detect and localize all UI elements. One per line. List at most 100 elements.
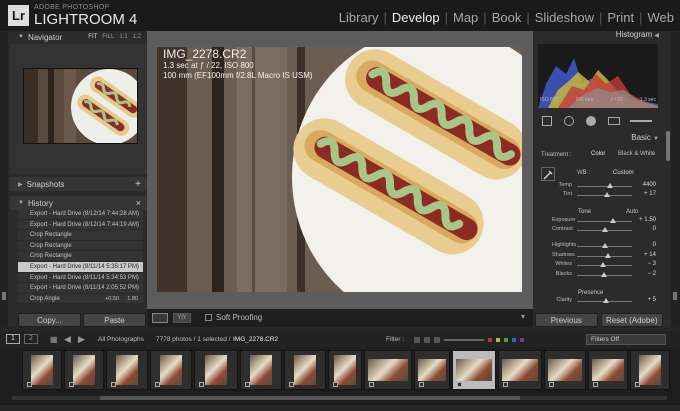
filters-off-dropdown[interactable]: Filters Off (586, 334, 666, 345)
label-purple[interactable] (520, 337, 524, 342)
tint-slider[interactable] (577, 192, 632, 197)
contrast-value[interactable]: 0 (636, 226, 656, 232)
clear-history-icon[interactable]: × (136, 198, 141, 208)
highlights-slider-knob[interactable] (601, 243, 608, 248)
filmstrip-thumbnail[interactable] (544, 350, 586, 390)
filmstrip-thumbnail[interactable] (284, 350, 326, 390)
add-snapshot-icon[interactable]: + (135, 179, 141, 190)
brush-icon[interactable] (630, 120, 652, 122)
filmstrip-thumbnail[interactable] (364, 350, 412, 390)
main-photo[interactable] (157, 47, 522, 292)
filmstrip-thumbnail[interactable] (414, 350, 450, 390)
highlights-slider[interactable] (577, 243, 632, 248)
wb-eyedropper-icon[interactable] (541, 167, 555, 181)
tint-slider-knob[interactable] (604, 192, 611, 197)
right-panel-toggle[interactable] (673, 292, 677, 300)
history-item[interactable]: Crop Rectangle (18, 251, 143, 262)
secondary-window-1[interactable]: 1 (6, 334, 20, 344)
forward-arrow-icon[interactable]: ▶ (78, 334, 85, 345)
filmstrip-thumbnail[interactable] (150, 350, 192, 390)
right-panel-scrollbar[interactable] (666, 131, 670, 161)
history-item[interactable]: Export - Hard Drive (8/11/14 5:35:17 PM) (18, 261, 143, 273)
filmstrip-thumbnail[interactable] (588, 350, 628, 390)
filmstrip-thumbnail[interactable] (452, 350, 496, 390)
blacks-slider-knob[interactable] (600, 272, 607, 277)
history-item[interactable]: Export - Hard Drive (8/12/14 7:44:19 AM) (18, 219, 143, 231)
filter-flags-stars[interactable] (414, 335, 564, 344)
module-slideshow[interactable]: Slideshow (535, 10, 594, 25)
loupe-view-icon[interactable] (152, 313, 168, 323)
graduated-filter-icon[interactable] (608, 117, 620, 125)
back-arrow-icon[interactable]: ◀ (64, 334, 71, 345)
grid-view-icon[interactable]: ▦ (50, 335, 58, 344)
contrast-slider[interactable] (577, 227, 632, 232)
before-after-icon[interactable]: Y|Y (173, 313, 191, 323)
clarity-slider[interactable] (577, 298, 632, 303)
paste-button[interactable]: Paste (83, 313, 146, 327)
blacks-value[interactable]: − 2 (636, 271, 656, 277)
navigator-header[interactable]: ▼ Navigator FIT FILL 1:1 1:2 (10, 30, 147, 44)
module-library[interactable]: Library (339, 10, 379, 25)
history-item[interactable]: Crop Rectangle (18, 230, 143, 241)
toolbar-menu-icon[interactable]: ▾ (521, 312, 525, 321)
label-red[interactable] (488, 337, 492, 342)
filmstrip-thumbnail[interactable] (64, 350, 104, 390)
wb-select[interactable]: Custom (613, 170, 634, 176)
red-eye-icon[interactable] (586, 116, 596, 126)
module-map[interactable]: Map (453, 10, 478, 25)
clarity-value[interactable]: + 5 (636, 297, 656, 303)
snapshots-header[interactable]: ▶ Snapshots + (10, 177, 147, 191)
filmstrip-scroll-thumb[interactable] (100, 396, 520, 400)
exposure-slider[interactable] (577, 218, 632, 223)
flag-icon[interactable] (434, 336, 440, 343)
filmstrip-thumbnail[interactable] (106, 350, 148, 390)
secondary-window-2[interactable]: 2 (24, 334, 38, 344)
blacks-slider[interactable] (577, 272, 632, 277)
contrast-slider-knob[interactable] (601, 227, 608, 232)
label-blue[interactable] (512, 337, 516, 342)
exposure-value[interactable]: + 1.50 (636, 217, 656, 223)
grid-overlay-icon[interactable] (542, 116, 552, 126)
zoom-1-2[interactable]: 1:2 (133, 34, 141, 40)
tone-auto[interactable]: Auto (626, 209, 638, 215)
history-header[interactable]: ▼ History × (10, 196, 147, 210)
spot-removal-icon[interactable] (564, 116, 574, 126)
filmstrip-thumbnail[interactable] (630, 350, 670, 390)
whites-value[interactable]: − 3 (636, 261, 656, 267)
filmstrip-thumbnail[interactable] (22, 350, 62, 390)
basic-header[interactable]: Basic ▼ (533, 133, 663, 142)
shadows-slider[interactable] (577, 253, 632, 258)
filmstrip-thumbnail[interactable] (498, 350, 542, 390)
tint-value[interactable]: + 17 (636, 191, 656, 197)
label-yellow[interactable] (496, 337, 500, 342)
zoom-1-1[interactable]: 1:1 (119, 34, 127, 40)
shadows-slider-knob[interactable] (604, 253, 611, 258)
clarity-slider-knob[interactable] (602, 298, 609, 303)
temp-value[interactable]: 4400 (636, 182, 656, 188)
left-panel-toggle[interactable] (2, 292, 6, 300)
highlights-value[interactable]: 0 (636, 242, 656, 248)
module-print[interactable]: Print (607, 10, 634, 25)
temp-slider[interactable] (577, 183, 632, 188)
flag-icon[interactable] (414, 336, 420, 343)
copy-button[interactable]: Copy... (18, 313, 81, 327)
rating-stars[interactable] (444, 338, 484, 341)
histogram-header[interactable]: Histogram ◀ (533, 30, 663, 44)
zoom-fill[interactable]: FILL (102, 34, 114, 40)
history-item[interactable]: Crop Angle +0.50 1.80 (18, 293, 143, 305)
navigator-thumbnail[interactable] (23, 68, 138, 144)
source-label[interactable]: All Photographs (98, 336, 144, 343)
module-develop[interactable]: Develop (392, 10, 440, 25)
zoom-fit[interactable]: FIT (88, 34, 97, 40)
exposure-slider-knob[interactable] (609, 218, 616, 223)
module-web[interactable]: Web (648, 10, 675, 25)
flag-icon[interactable] (424, 336, 430, 343)
history-item[interactable]: Export - Hard Drive (8/11/14 5:34:53 PM) (18, 272, 143, 284)
shadows-value[interactable]: + 14 (636, 252, 656, 258)
history-item[interactable]: Export - Hard Drive (8/12/14 7:44:28 AM) (18, 209, 143, 220)
whites-slider[interactable] (577, 262, 632, 267)
soft-proofing-checkbox[interactable] (205, 314, 212, 321)
previous-button[interactable]: Previous (535, 313, 598, 327)
treatment-bw[interactable]: Black & White (618, 151, 655, 157)
filmstrip-thumbnail[interactable] (194, 350, 238, 390)
